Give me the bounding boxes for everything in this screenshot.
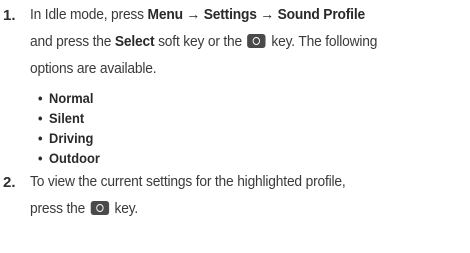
ok-key-icon: [90, 201, 110, 215]
list-item: • Driving: [38, 130, 94, 146]
list-item: • Outdoor: [38, 150, 100, 166]
sound-profile-label: Sound Profile: [277, 6, 365, 23]
step-number: 1.: [3, 7, 16, 24]
step-1-text: In Idle mode, press Menu → Settings → So…: [30, 6, 378, 77]
step-number: 2.: [3, 174, 16, 191]
instruction-page: 1. In Idle mode, press Menu → Settings →…: [0, 0, 470, 253]
select-label: Select: [114, 33, 155, 50]
ok-key-icon: [247, 34, 266, 48]
list-item: • Normal: [38, 90, 94, 106]
step-2-text: To view the current settings for the hig…: [30, 173, 346, 217]
menu-label: Menu: [147, 6, 183, 23]
options-list: • Normal • Silent • Driving • Outdoor: [38, 88, 105, 168]
list-item: • Silent: [38, 110, 85, 126]
settings-label: Settings: [203, 6, 257, 23]
